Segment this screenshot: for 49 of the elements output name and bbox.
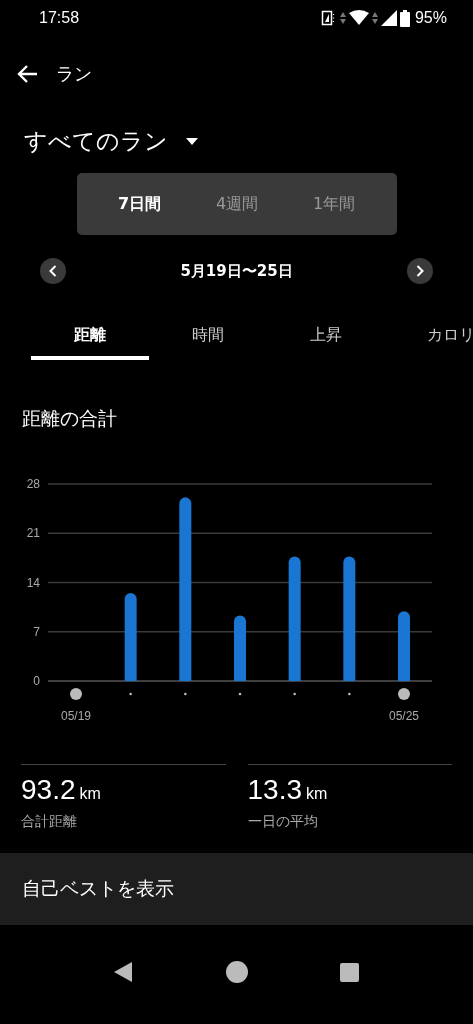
wifi-icon [348,10,369,26]
stat-label: 合計距離 [21,812,78,831]
day-marker [398,688,410,700]
chevron-left-icon [49,265,57,277]
y-axis-label: 0 [33,674,40,688]
day-marker [70,688,82,700]
section-title: 距離の合計 [22,406,118,431]
next-week-button[interactable] [407,258,433,284]
day-dot [348,692,351,696]
period-tab[interactable]: 1年間 [302,185,366,223]
nav-home-icon[interactable] [225,961,248,983]
battery-percent: 95% [414,9,447,27]
personal-records-button[interactable]: 自己ベストを表示 [0,852,473,925]
bar [234,615,246,681]
period-tab[interactable]: 7日間 [107,185,172,223]
metric-tab[interactable]: 上昇 [267,315,385,360]
y-axis-label: 21 [26,526,40,541]
nav-back-icon[interactable] [113,961,133,983]
run-filter-dropdown[interactable]: すべてのラン [24,126,198,157]
period-tab[interactable]: 4週間 [205,185,269,223]
metric-tab[interactable]: 距離 [31,315,149,360]
data-arrows-icon [339,11,346,25]
day-dot [129,692,132,696]
stat-value: 13.3 km [247,773,329,807]
metric-tab[interactable]: カロリ [385,315,473,360]
date-range: 5月19日〜25日 [180,261,293,281]
data-arrows-icon [371,11,378,25]
day-dot [184,692,187,696]
day-dot [293,692,296,696]
y-axis-label: 14 [26,575,40,590]
y-axis-label: 7 [33,624,40,639]
previous-week-button[interactable] [40,258,66,284]
x-axis-label: 05/25 [389,709,419,723]
dropdown-caret-icon [186,138,198,145]
x-axis-label: 05/19 [61,709,91,723]
signal-icon [380,10,397,26]
status-time: 17:58 [39,9,80,27]
day-dot [238,692,242,696]
bar [398,611,410,681]
stat-label: 一日の平均 [247,812,319,831]
y-axis-label: 28 [26,477,40,491]
stat-value: 93.2 km [21,773,102,807]
screen-title: ラン [56,62,92,86]
back-arrow-icon [16,64,38,84]
battery-icon [399,9,410,27]
nav-recents-icon[interactable] [340,962,359,982]
metric-tab[interactable]: 時間 [149,315,267,360]
vibrate-icon [320,10,337,26]
chevron-right-icon [416,265,424,277]
